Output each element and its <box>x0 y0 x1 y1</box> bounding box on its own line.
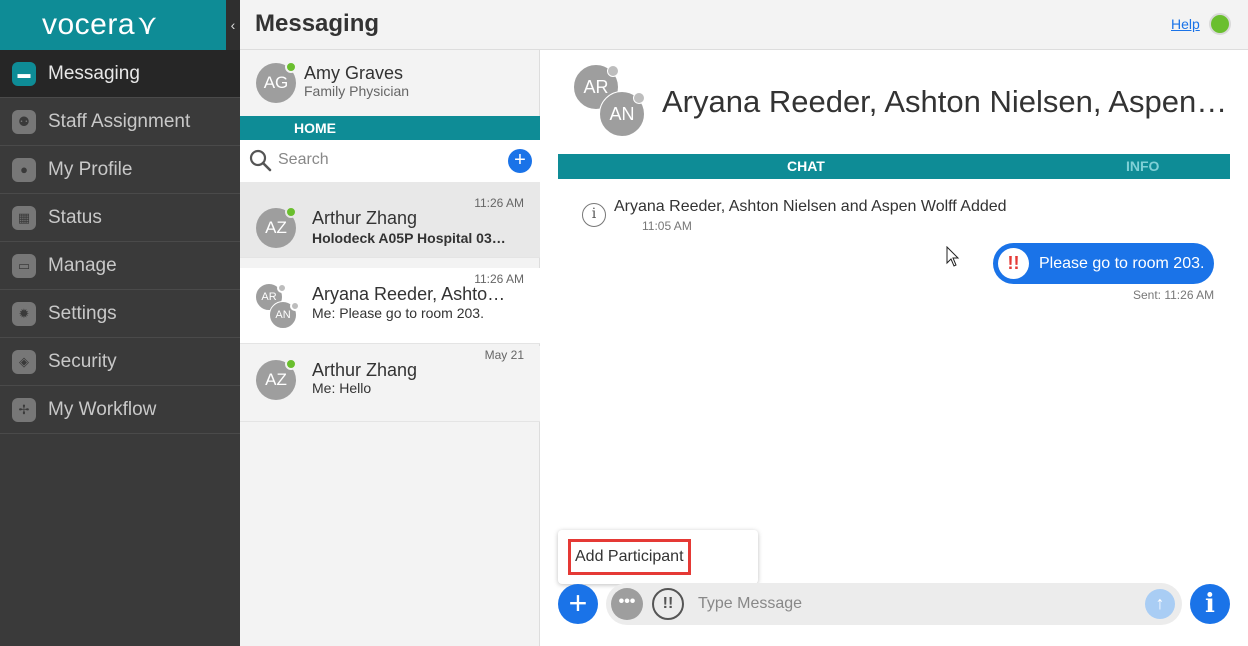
nav-item-label: Security <box>48 350 117 372</box>
conversation-item[interactable]: AZ 11:26 AM Arthur Zhang Holodeck A05P H… <box>240 182 540 258</box>
online-status-icon[interactable] <box>1209 13 1231 35</box>
search-input[interactable] <box>278 148 498 172</box>
user-name: Amy Graves <box>304 63 404 83</box>
search-bar <box>240 140 540 182</box>
online-presence-icon <box>285 358 297 370</box>
nav-item-label: Messaging <box>48 62 140 84</box>
conversation-list-pane: AG Amy Graves Family Physician HOME + AZ… <box>240 50 540 646</box>
conversation-item[interactable]: AR AN 11:26 AM Aryana Reeder, Ashton… Me… <box>240 268 540 344</box>
workflow-icon: ✢ <box>12 397 36 422</box>
nav-item-security[interactable]: ◈ Security <box>0 338 240 386</box>
conversation-preview: Me: Please go to room 203. <box>312 305 484 321</box>
avatar-initials: AZ <box>265 370 287 389</box>
top-header: Messaging Help <box>240 0 1248 50</box>
system-message: Aryana Reeder, Ashton Nielsen and Aspen … <box>614 198 1007 215</box>
compose-bar: ••• !! ↑ <box>606 583 1182 625</box>
collapse-nav-button[interactable]: ‹ <box>226 0 240 50</box>
logo-text: vocera <box>42 8 136 41</box>
conversation-name: Aryana Reeder, Ashton… <box>312 284 512 304</box>
help-link[interactable]: Help <box>1171 16 1200 32</box>
nav-item-manage[interactable]: ▭ Manage <box>0 242 240 290</box>
more-options-button[interactable]: ••• <box>611 588 643 620</box>
conversation-preview: Holodeck A05P Hospital 03Sr… <box>312 230 512 246</box>
outgoing-message-bubble[interactable]: !! Please go to room 203. <box>993 243 1214 284</box>
compose-menu-button[interactable]: + <box>558 584 598 624</box>
new-conversation-button[interactable]: + <box>508 149 532 173</box>
logo-mark-icon: ⋎ <box>137 9 159 40</box>
conversation-name: Arthur Zhang <box>312 360 418 380</box>
nav-item-label: Manage <box>48 254 117 276</box>
nav-item-label: My Workflow <box>48 398 157 420</box>
urgent-icon: !! <box>998 248 1029 279</box>
search-icon <box>249 149 272 172</box>
nav-item-label: My Profile <box>48 158 133 180</box>
page-title: Messaging <box>255 10 380 37</box>
nav-item-label: Settings <box>48 302 117 324</box>
nav-item-label: Status <box>48 206 102 228</box>
presence-icon <box>290 301 300 311</box>
avatar-initials: AN <box>275 309 291 321</box>
conversation-title: Aryana Reeder, Ashton Nielsen, Aspen Wo… <box>662 84 1232 119</box>
avatar-initials: AN <box>609 103 635 124</box>
chat-pane: AR AN Aryana Reeder, Ashton Nielsen, Asp… <box>540 50 1248 646</box>
avatar-initials: AZ <box>265 218 287 237</box>
gear-icon: ✹ <box>12 301 36 326</box>
tab-chat[interactable]: CHAT <box>787 158 825 174</box>
status-icon: ▦ <box>12 205 36 230</box>
send-button[interactable]: ↑ <box>1145 589 1175 619</box>
people-icon: ⚉ <box>12 109 36 134</box>
vocera-logo: vocera⋎ <box>0 0 226 50</box>
nav-item-staff-assignment[interactable]: ⚉ Staff Assignment <box>0 98 240 146</box>
avatar-initials: AG <box>263 73 289 92</box>
message-input[interactable] <box>698 592 1128 616</box>
mouse-cursor-icon <box>946 246 960 267</box>
message-sent-time: Sent: 11:26 AM <box>1133 288 1215 302</box>
avatar-initials: AR <box>583 76 609 97</box>
chat-tabs: CHAT INFO <box>558 154 1230 179</box>
conversation-info-button[interactable]: i <box>1190 584 1230 624</box>
compose-menu-popup: Add Participant <box>558 530 758 584</box>
online-presence-icon <box>285 61 297 73</box>
nav-item-my-profile[interactable]: ● My Profile <box>0 146 240 194</box>
conversation-name: Arthur Zhang <box>312 208 418 228</box>
briefcase-icon: ▭ <box>12 253 36 278</box>
info-icon: i <box>582 203 606 227</box>
nav-item-messaging[interactable]: ▬ Messaging <box>0 50 240 98</box>
system-message-time: 11:05 AM <box>642 219 692 233</box>
add-participant-menu-item[interactable]: Add Participant <box>568 539 691 575</box>
online-presence-icon <box>285 206 297 218</box>
urgent-toggle-button[interactable]: !! <box>652 588 684 620</box>
chat-bubble-icon: ▬ <box>12 61 36 86</box>
nav-item-label: Staff Assignment <box>48 110 191 132</box>
person-icon: ● <box>12 157 36 182</box>
nav-item-my-workflow[interactable]: ✢ My Workflow <box>0 386 240 434</box>
nav-item-status[interactable]: ▦ Status <box>0 194 240 242</box>
shield-icon: ◈ <box>12 349 36 374</box>
home-tab[interactable]: HOME <box>240 116 540 140</box>
side-nav: vocera⋎ ‹ ▬ Messaging ⚉ Staff Assignment… <box>0 0 240 646</box>
conversation-item[interactable]: AZ May 21 Arthur Zhang Me: Hello <box>240 346 540 422</box>
presence-icon <box>607 65 619 77</box>
user-role: Family Physician <box>304 83 410 99</box>
avatar-initials: AR <box>261 291 277 303</box>
presence-icon <box>633 92 645 104</box>
presence-icon <box>277 283 287 293</box>
conversation-preview: Me: Hello <box>312 380 372 396</box>
message-text: Please go to room 203. <box>1039 255 1205 272</box>
nav-item-settings[interactable]: ✹ Settings <box>0 290 240 338</box>
tab-info[interactable]: INFO <box>1126 158 1159 174</box>
